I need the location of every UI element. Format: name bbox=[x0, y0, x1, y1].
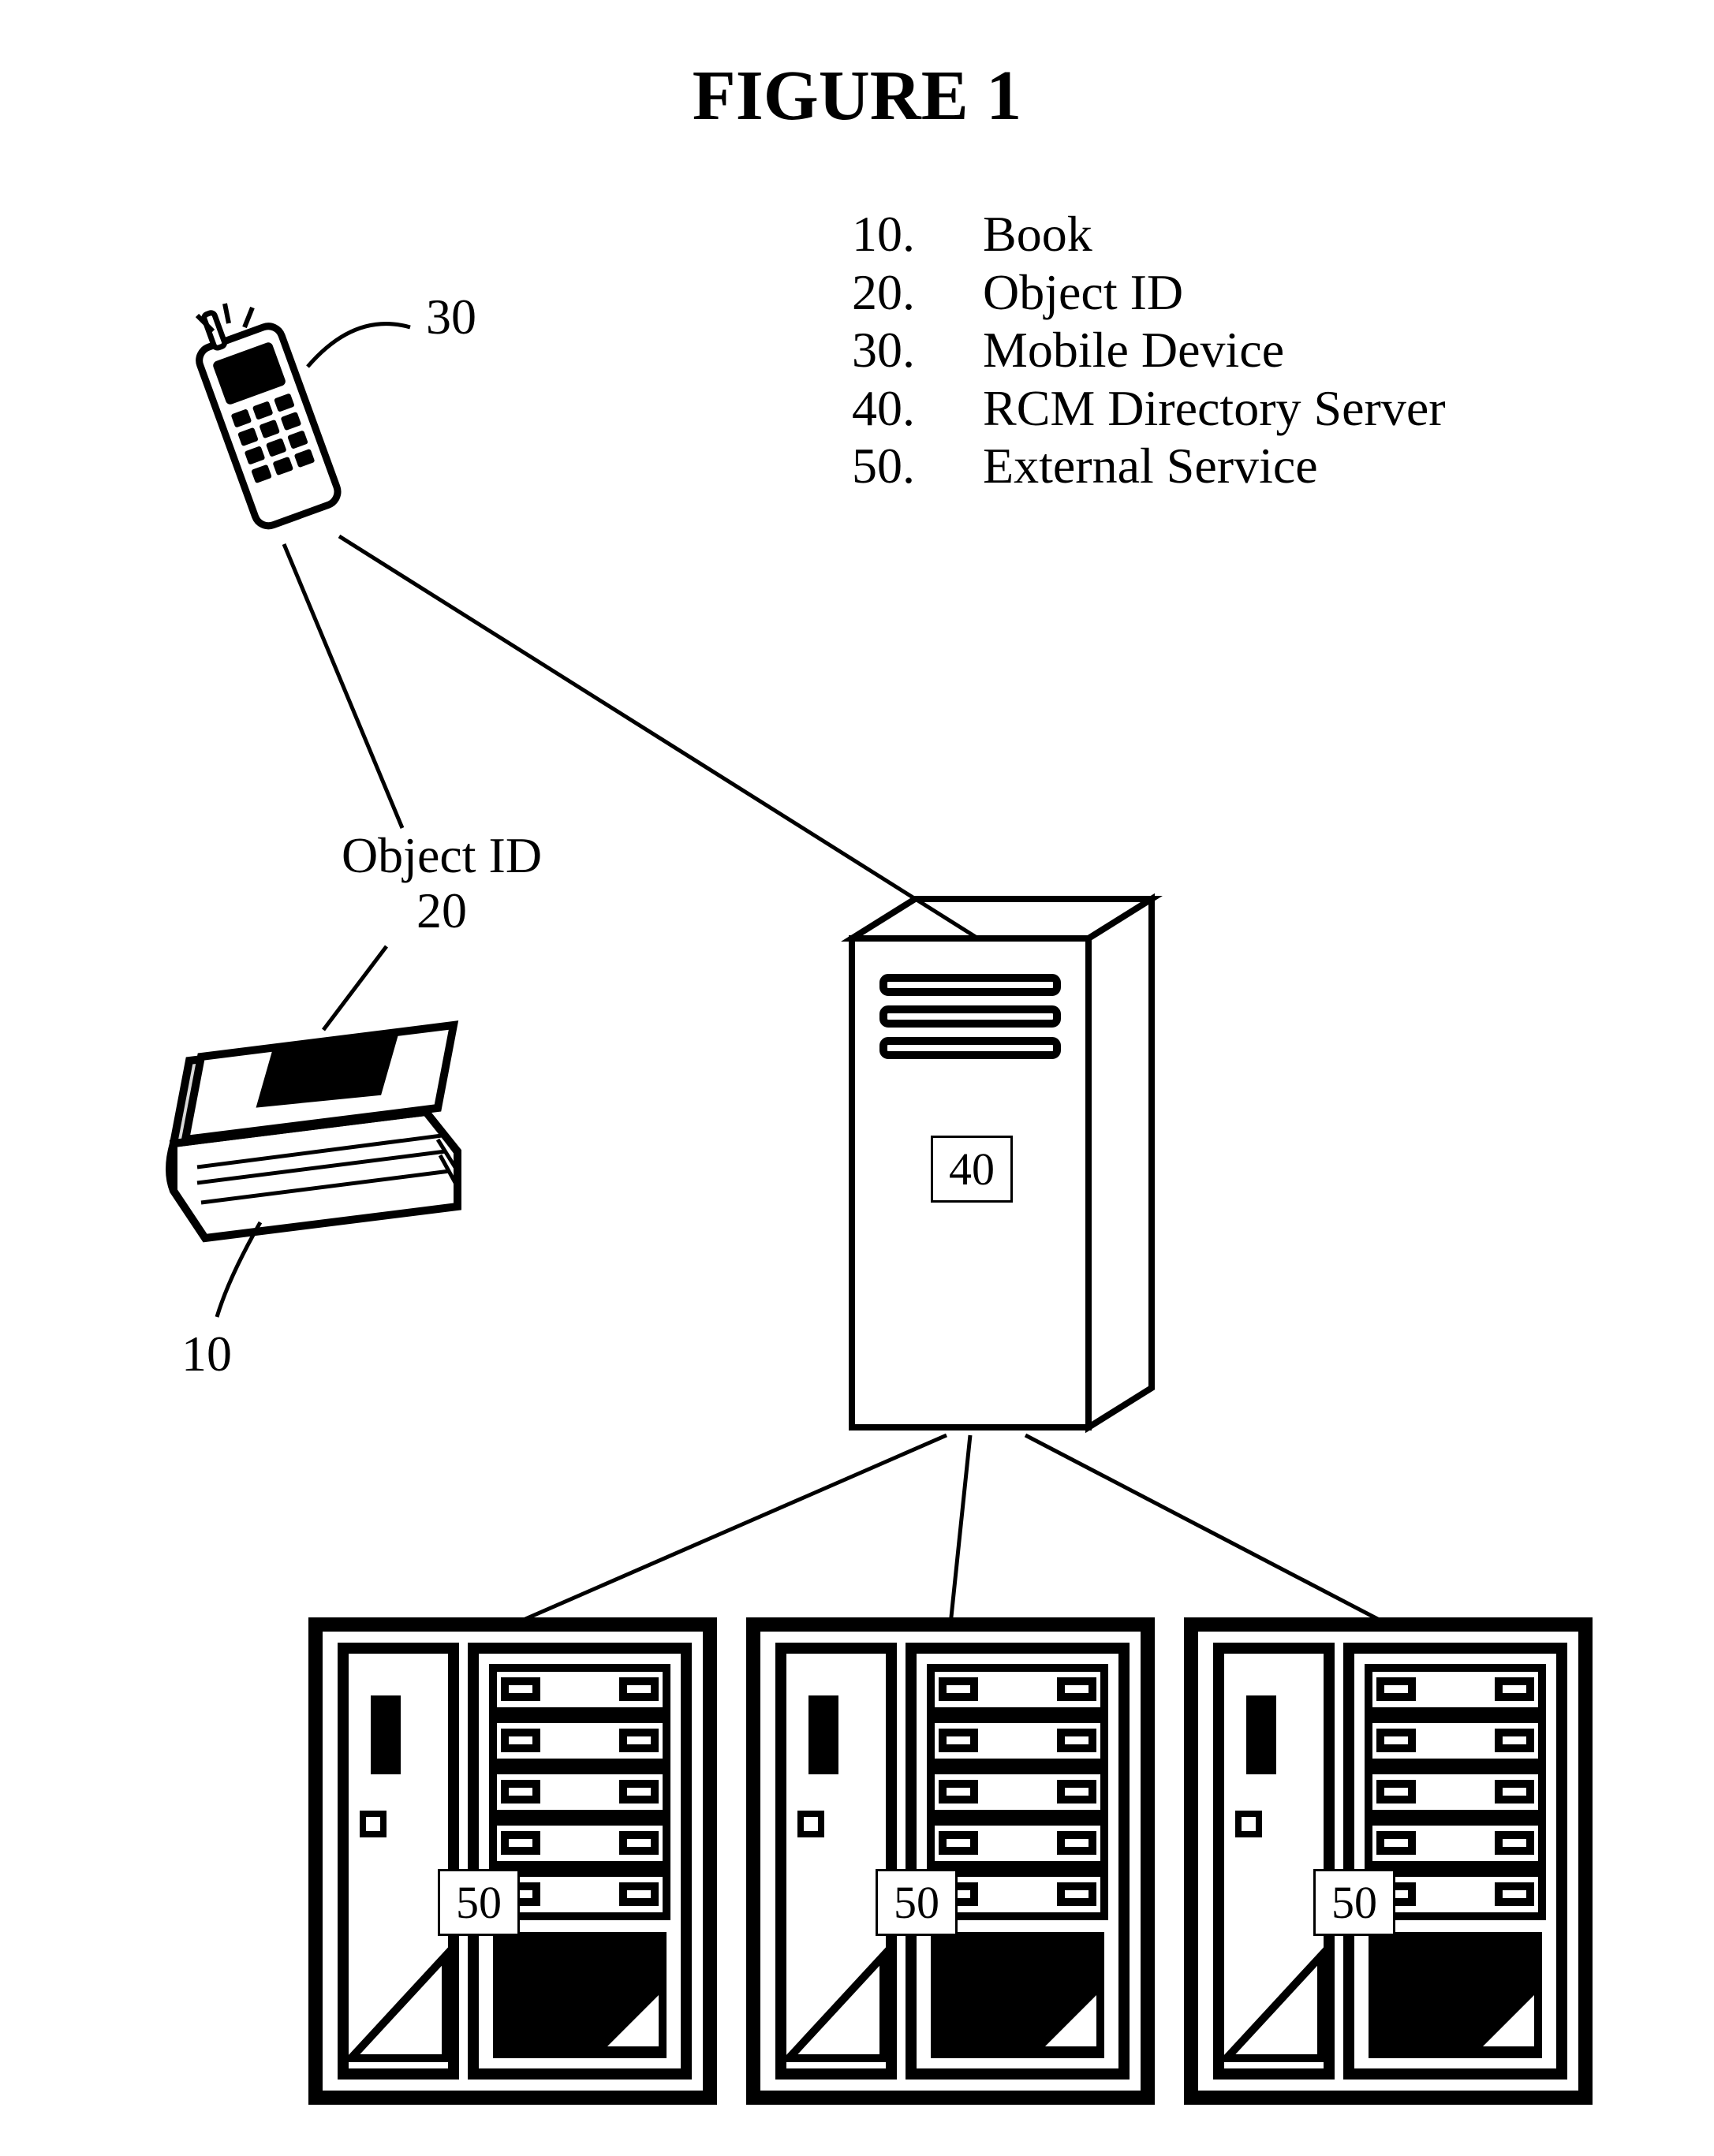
connectors bbox=[0, 0, 1714, 2156]
